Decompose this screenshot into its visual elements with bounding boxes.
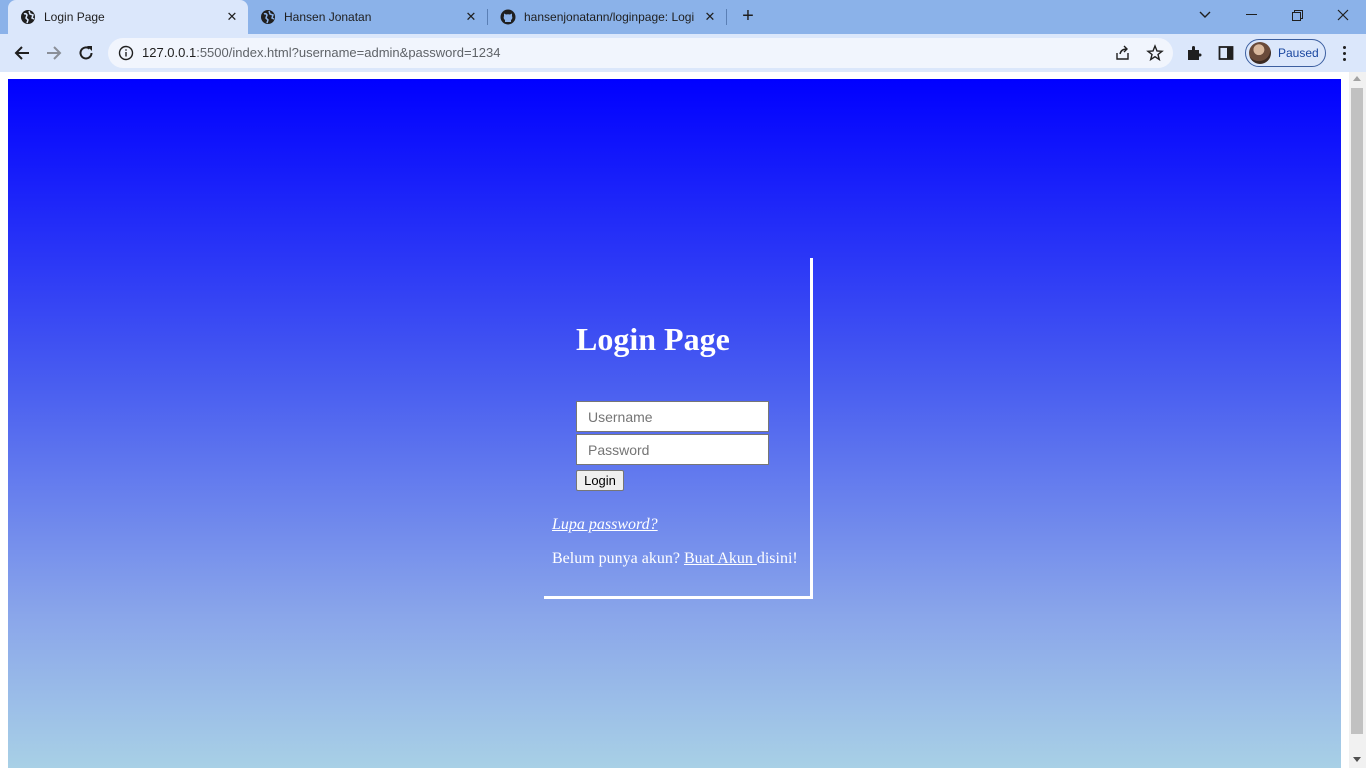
close-tab-icon[interactable]: ✕ — [701, 8, 719, 26]
url-text[interactable]: 127.0.0.1:5500/index.html?username=admin… — [142, 45, 500, 60]
avatar — [1249, 42, 1271, 64]
share-icon[interactable] — [1114, 44, 1132, 62]
tab-title: hansenjonatann/loginpage: Logi — [524, 10, 695, 24]
login-box: Login Page Login Lupa password? Belum pu… — [544, 258, 813, 599]
signup-prefix: Belum punya akun? — [552, 550, 684, 567]
site-info-icon[interactable] — [118, 45, 134, 61]
close-window-icon[interactable] — [1320, 0, 1366, 30]
browser-toolbar: 127.0.0.1:5500/index.html?username=admin… — [0, 34, 1366, 72]
username-input[interactable] — [576, 401, 769, 432]
address-bar[interactable]: 127.0.0.1:5500/index.html?username=admin… — [108, 38, 1173, 68]
tab-search-icon[interactable] — [1182, 0, 1228, 30]
scrollbar-thumb[interactable] — [1351, 88, 1363, 734]
password-input[interactable] — [576, 434, 769, 465]
signup-text: Belum punya akun? Buat Akun disini! — [552, 550, 798, 568]
tab-hansen-jonatan[interactable]: Hansen Jonatan ✕ — [248, 0, 488, 34]
page-background: Login Page Login Lupa password? Belum pu… — [8, 79, 1341, 768]
create-account-link[interactable]: Buat Akun — [684, 550, 757, 567]
more-menu-icon[interactable] — [1336, 42, 1352, 64]
url-path: :5500/index.html?username=admin&password… — [196, 45, 501, 60]
signup-suffix: disini! — [756, 550, 798, 567]
close-tab-icon[interactable]: ✕ — [223, 8, 241, 26]
close-tab-icon[interactable]: ✕ — [462, 8, 480, 26]
globe-icon — [261, 10, 275, 24]
profile-status: Paused — [1278, 46, 1319, 60]
restore-icon[interactable] — [1274, 0, 1320, 30]
vertical-scrollbar[interactable] — [1349, 72, 1366, 768]
forgot-password-link[interactable]: Lupa password? — [552, 516, 658, 534]
tab-title: Login Page — [44, 10, 105, 24]
extensions-icon[interactable] — [1183, 42, 1205, 64]
forward-icon[interactable] — [41, 40, 67, 66]
tab-separator — [726, 9, 727, 25]
back-icon[interactable] — [9, 40, 35, 66]
side-panel-icon[interactable] — [1215, 42, 1237, 64]
globe-icon — [21, 10, 35, 24]
page-viewport: Login Page Login Lupa password? Belum pu… — [0, 72, 1366, 768]
tab-github-repo[interactable]: hansenjonatann/loginpage: Logi ✕ — [488, 0, 726, 34]
scroll-down-icon[interactable] — [1353, 757, 1361, 762]
reload-icon[interactable] — [73, 40, 99, 66]
scroll-up-icon[interactable] — [1353, 76, 1361, 81]
login-button[interactable]: Login — [576, 470, 624, 491]
url-host: 127.0.0.1 — [142, 45, 197, 60]
page-title: Login Page — [576, 321, 730, 357]
tab-title: Hansen Jonatan — [284, 10, 372, 24]
profile-button[interactable]: Paused — [1245, 39, 1326, 67]
tab-strip: Login Page ✕ Hansen Jonatan ✕ hansenjona… — [0, 0, 1366, 34]
github-icon — [500, 9, 516, 25]
tab-login-page[interactable]: Login Page ✕ — [8, 0, 248, 34]
bookmark-star-icon[interactable] — [1146, 44, 1164, 62]
minimize-icon[interactable] — [1228, 0, 1274, 30]
new-tab-icon[interactable]: + — [737, 6, 759, 28]
